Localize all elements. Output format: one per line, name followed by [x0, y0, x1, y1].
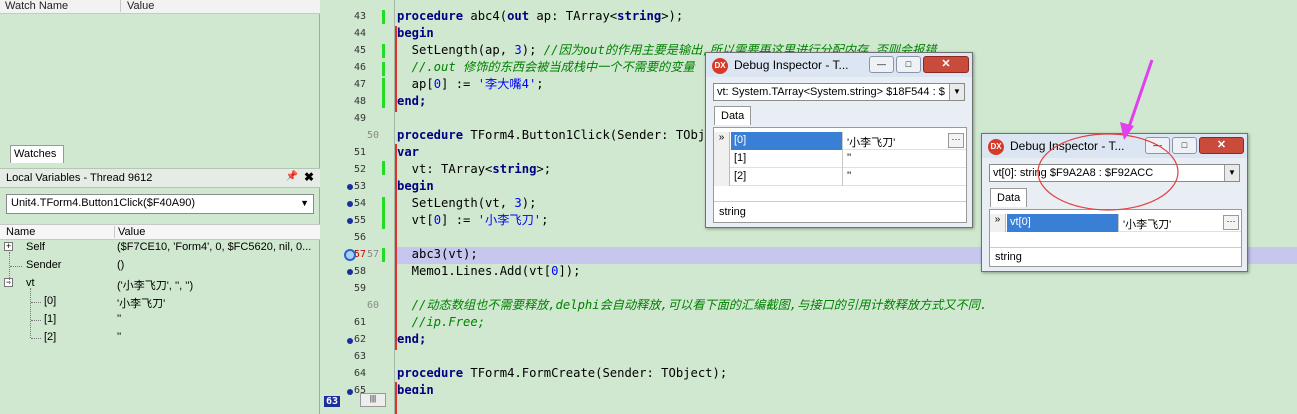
annotation-arrow — [1126, 59, 1154, 131]
annotation-circle — [1037, 133, 1179, 211]
annotation-overlay — [1037, 59, 1179, 211]
annotation-arrowhead — [1120, 122, 1134, 140]
